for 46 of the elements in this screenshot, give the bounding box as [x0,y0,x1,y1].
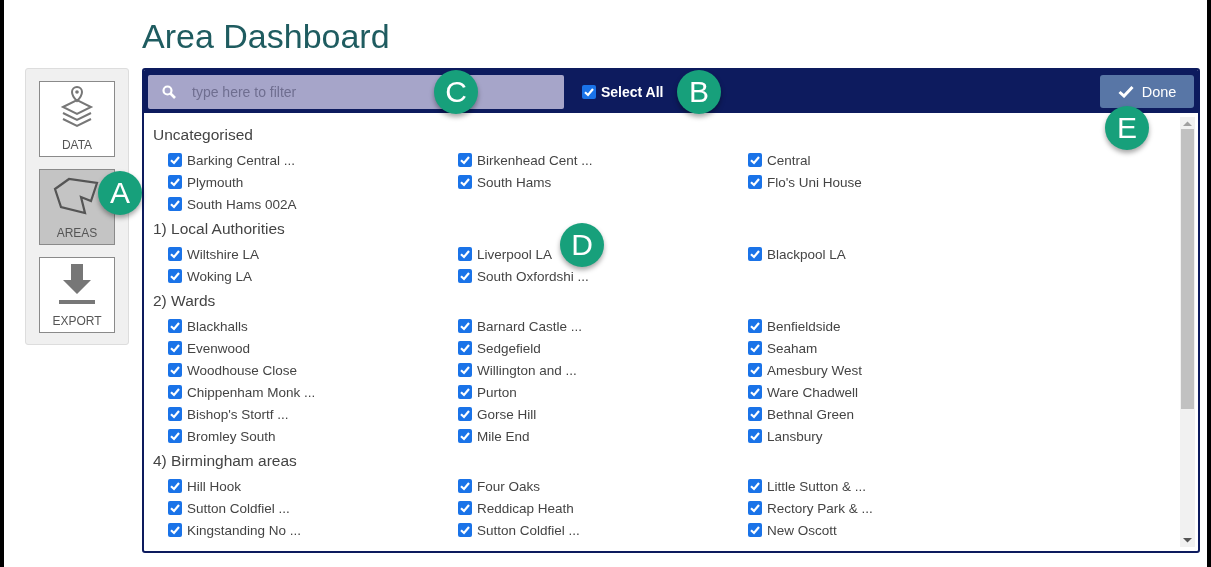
area-name: Bethnal Green [767,406,855,422]
area-name: New Oscott [767,522,837,538]
area-name: Mile End [477,428,530,444]
area-name: Ware Chadwell [767,384,859,400]
area-name: Benfieldside [767,318,841,334]
area-name: Barking Central ... [187,152,296,168]
page-title: Area Dashboard [142,17,390,56]
area-name: Little Sutton & ... [767,478,867,494]
area-name: Birkenhead Cent ... [477,152,593,168]
area-name: Hill Hook [187,478,241,494]
area-name: Bishop's Stortf ... [187,406,289,422]
area-name: Lansbury [767,428,823,444]
group-heading: 2) Wards [153,291,216,311]
area-name: Plymouth [187,174,244,190]
area-name: Sutton Coldfiel ... [187,500,290,516]
group-heading: Uncategorised [153,125,253,145]
area-name: Willington and ... [477,362,577,378]
area-name: Flo's Uni House [767,174,862,190]
area-name: Woking LA [187,268,253,284]
area-name: Gorse Hill [477,406,537,422]
area-name: Four Oaks [477,478,541,494]
area-name: Blackpool LA [767,246,846,262]
area-name: Reddicap Heath [477,500,574,516]
area-name: Bromley South [187,428,276,444]
area-name: Evenwood [187,340,251,356]
group-heading: 4) Birmingham areas [153,451,297,471]
callout-tooltip: E [1105,106,1149,150]
area-name: Seaham [767,340,818,356]
area-name: Sedgefield [477,340,541,356]
area-name: Purton [477,384,517,400]
area-name: Woodhouse Close [187,362,298,378]
area-name: Amesbury West [767,362,863,378]
area-name: Rectory Park & ... [767,500,873,516]
area-name: South Oxfordshi ... [477,268,589,284]
area-name: Central [767,152,811,168]
area-name: Liverpool LA [477,246,553,262]
area-name: Kingstanding No ... [187,522,302,538]
area-name: Wiltshire LA [187,246,259,262]
callout-tooltip: D [560,223,604,267]
area-name: Sutton Coldfiel ... [477,522,580,538]
area-name: South Hams [477,174,552,190]
area-name: South Hams 002A [187,196,297,212]
area-name: Chippenham Monk ... [187,384,316,400]
group-heading: 1) Local Authorities [153,219,285,239]
area-name: Blackhalls [187,318,248,334]
area-name: Barnard Castle ... [477,318,583,334]
